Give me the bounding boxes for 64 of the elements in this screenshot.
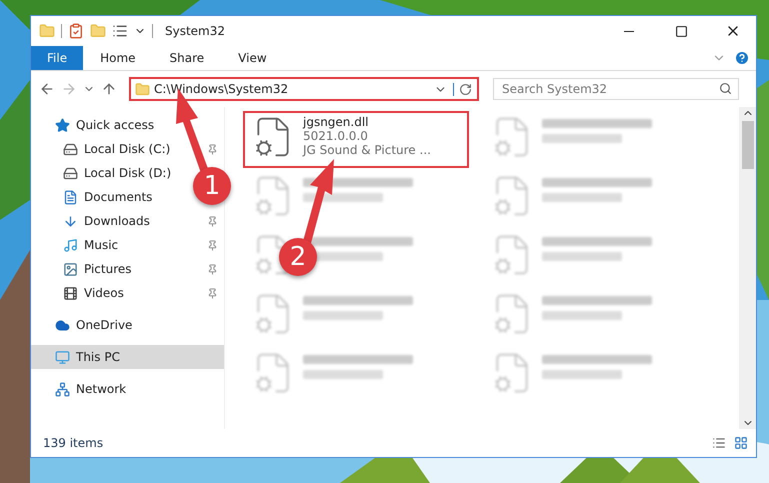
properties-icon[interactable] <box>68 23 84 39</box>
nav-item[interactable]: Music <box>31 233 224 257</box>
nav-label: Local Disk (C:) <box>84 142 172 156</box>
nav-item[interactable]: Local Disk (D:) <box>31 161 178 185</box>
nav-label: Videos <box>84 286 125 300</box>
file-item[interactable]: jgsngen.dll 5021.0.0.0 JG Sound & Picture ... <box>243 111 469 168</box>
music-note-icon <box>63 238 78 252</box>
down-arrow-icon <box>63 214 78 228</box>
nav-label: Network <box>76 382 126 396</box>
drive-icon <box>63 166 78 180</box>
scrollbar[interactable] <box>739 107 756 429</box>
nav-item[interactable]: Documents <box>31 185 158 209</box>
item-count: 139 items <box>43 436 104 450</box>
pin-icon[interactable] <box>207 216 218 226</box>
up-icon[interactable] <box>101 81 117 97</box>
file-detail: 5021.0.0.0 <box>303 129 369 143</box>
details-view-icon[interactable] <box>712 436 726 450</box>
maximize-icon <box>674 24 688 38</box>
image-icon <box>63 262 78 276</box>
nav-label: Local Disk (D:) <box>84 166 172 180</box>
nav-label: Quick access <box>76 118 154 132</box>
nav-item[interactable]: OneDrive <box>31 313 138 337</box>
nav-label: This PC <box>76 350 121 364</box>
monitor-icon <box>55 350 70 364</box>
back-icon[interactable] <box>39 81 55 97</box>
file-menu-button[interactable]: File <box>31 46 84 70</box>
window-title: System32 <box>165 24 226 38</box>
nav-item[interactable]: Pictures <box>31 257 224 281</box>
nav-label: Pictures <box>84 262 133 276</box>
nav-item[interactable]: Quick access <box>31 113 160 137</box>
nav-item[interactable]: Downloads <box>31 209 224 233</box>
file-name: jgsngen.dll <box>303 115 370 129</box>
nav-label: Downloads <box>84 214 151 228</box>
help-icon[interactable] <box>734 50 750 66</box>
nav-item[interactable]: Local Disk (C:) <box>31 137 224 161</box>
film-icon <box>63 286 78 300</box>
pin-icon[interactable] <box>207 240 218 250</box>
ribbon-tab[interactable]: Home <box>83 46 153 70</box>
nav-item[interactable]: Network <box>31 377 132 401</box>
address-bar[interactable]: C:\Windows\System32 <box>129 77 479 101</box>
star-icon <box>55 118 70 132</box>
nav-item[interactable]: Videos <box>31 281 224 305</box>
view-icon[interactable] <box>112 23 128 39</box>
folder-icon <box>135 82 150 96</box>
nav-label: Music <box>84 238 120 252</box>
drive-icon <box>63 142 78 156</box>
nav-label: Documents <box>84 190 152 204</box>
nav-item[interactable]: This PC <box>31 345 224 369</box>
cloud-icon <box>55 318 70 332</box>
address-path: C:\Windows\System32 <box>154 82 290 96</box>
search-field[interactable]: Search System32 <box>493 78 739 100</box>
nav-label: OneDrive <box>76 318 132 332</box>
pin-icon[interactable] <box>207 288 218 298</box>
pin-icon[interactable] <box>207 264 218 274</box>
ribbon-tab[interactable]: Share <box>152 46 222 70</box>
minimize-icon <box>624 30 634 32</box>
scrollbar-thumb[interactable] <box>742 121 754 169</box>
pin-icon[interactable] <box>207 144 218 154</box>
document-icon <box>63 190 78 204</box>
network-icon <box>55 382 70 396</box>
search-icon <box>719 82 732 95</box>
file-detail: JG Sound & Picture ... <box>303 143 431 157</box>
ribbon-tab[interactable]: View <box>221 46 284 70</box>
large-icons-view-icon[interactable] <box>734 436 748 450</box>
